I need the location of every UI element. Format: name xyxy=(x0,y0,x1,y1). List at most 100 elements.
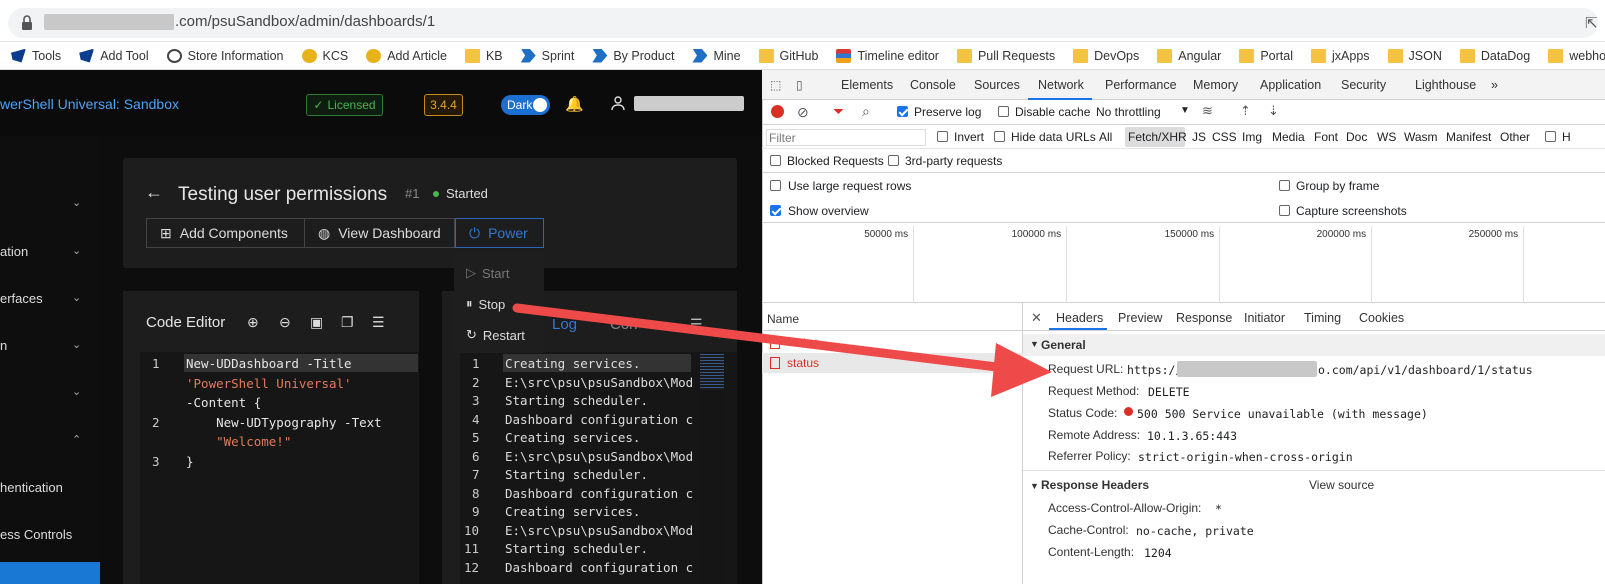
filter-type-doc[interactable]: Doc xyxy=(1346,130,1367,144)
capture-screenshots-checkbox[interactable] xyxy=(1279,205,1290,216)
bookmark-item[interactable]: jxApps xyxy=(1311,48,1370,63)
bell-icon[interactable]: 🔔 xyxy=(565,95,584,113)
sidebar-item[interactable]: ⌄ xyxy=(0,196,100,216)
sidebar-item[interactable]: erfaces ⌄ xyxy=(0,291,100,311)
details-tab-preview[interactable]: Preview xyxy=(1118,311,1162,325)
hide-data-urls-checkbox[interactable] xyxy=(994,131,1005,142)
devtools-tab-console[interactable]: Console xyxy=(910,78,956,92)
back-arrow-icon[interactable]: ← xyxy=(145,182,163,203)
user-icon[interactable] xyxy=(611,96,625,110)
bookmark-item[interactable]: Portal xyxy=(1239,48,1293,63)
menu-item-start[interactable]: ▷ Start xyxy=(466,265,509,281)
filter-type-img[interactable]: Img xyxy=(1242,130,1262,144)
sidebar-item[interactable]: ⌄ xyxy=(0,385,100,405)
disable-cache-checkbox[interactable] xyxy=(998,106,1009,117)
save-icon[interactable]: ▣ xyxy=(310,314,323,331)
sidebar-selected-item[interactable] xyxy=(0,562,100,584)
device-toggle-icon[interactable]: ▯ xyxy=(796,78,803,92)
view-source-link[interactable]: View source xyxy=(1309,478,1374,492)
zoom-out-icon[interactable]: ⊖ xyxy=(279,314,291,331)
menu-item-stop[interactable]: ⏸ Stop xyxy=(466,296,505,312)
preserve-log-checkbox[interactable] xyxy=(897,106,908,117)
menu-icon[interactable]: ☰ xyxy=(690,316,703,333)
copy-icon[interactable]: ❐ xyxy=(341,314,354,331)
export-har-icon[interactable]: ⇣ xyxy=(1268,103,1279,119)
bookmark-item[interactable]: DataDog xyxy=(1459,48,1530,63)
devtools-tab-elements[interactable]: Elements xyxy=(841,78,893,92)
filter-type-font[interactable]: Font xyxy=(1314,130,1338,144)
filter-type-ws[interactable]: WS xyxy=(1377,130,1396,144)
filter-type-manifest[interactable]: Manifest xyxy=(1446,130,1491,144)
blocked-requests-checkbox[interactable] xyxy=(770,155,781,166)
wifi-settings-icon[interactable]: ≋ xyxy=(1202,103,1213,119)
sidebar-item[interactable]: hentication xyxy=(0,480,100,500)
record-icon[interactable] xyxy=(771,105,784,118)
filter-icon[interactable]: ⏷ xyxy=(833,103,844,120)
filter-type-fetchxhr[interactable]: Fetch/XHR xyxy=(1128,130,1187,144)
bookmark-item[interactable]: Add Article xyxy=(366,48,447,63)
bookmark-item[interactable]: Angular xyxy=(1157,48,1221,63)
bookmark-item[interactable]: DevOps xyxy=(1073,48,1139,63)
filter-type-wasm[interactable]: Wasm xyxy=(1404,130,1438,144)
filter-type-css[interactable]: CSS xyxy=(1212,130,1237,144)
bookmark-item[interactable]: Pull Requests xyxy=(956,48,1055,63)
third-party-checkbox[interactable] xyxy=(888,155,899,166)
sidebar-item[interactable]: ation ⌄ xyxy=(0,244,100,264)
devtools-tab-[interactable]: » xyxy=(1491,78,1498,92)
power-button[interactable]: ⏻ Power xyxy=(455,218,544,248)
close-icon[interactable]: ✕ xyxy=(1031,310,1042,326)
bookmark-item[interactable]: webhookS xyxy=(1548,48,1605,63)
request-row[interactable]: status xyxy=(762,333,1023,353)
bookmark-item[interactable]: Timeline editor xyxy=(836,48,939,63)
bookmark-item[interactable]: Add Tool xyxy=(79,48,149,63)
devtools-tab-security[interactable]: Security xyxy=(1341,78,1386,92)
devtools-tab-network[interactable]: Network xyxy=(1038,78,1084,92)
request-row[interactable]: status xyxy=(762,353,1023,373)
general-section-header[interactable] xyxy=(1023,334,1605,356)
inspect-icon[interactable]: ⬚ xyxy=(770,78,781,92)
zoom-in-icon[interactable]: ⊕ xyxy=(247,314,259,331)
details-tab-cookies[interactable]: Cookies xyxy=(1359,311,1404,325)
filter-type-media[interactable]: Media xyxy=(1272,130,1305,144)
format-icon[interactable]: ☰ xyxy=(372,314,385,331)
details-tab-initiator[interactable]: Initiator xyxy=(1244,311,1285,325)
sidebar-item[interactable]: n ⌄ xyxy=(0,338,100,358)
devtools-tab-performance[interactable]: Performance xyxy=(1105,78,1177,92)
filter-type-js[interactable]: JS xyxy=(1192,130,1206,144)
details-tab-headers[interactable]: Headers xyxy=(1056,311,1103,325)
sidebar-item[interactable]: ⌃ xyxy=(0,433,100,453)
filter-checkbox-h[interactable] xyxy=(1545,131,1556,142)
devtools-tab-lighthouse[interactable]: Lighthouse xyxy=(1415,78,1476,92)
details-tab-timing[interactable]: Timing xyxy=(1304,311,1341,325)
show-overview-checkbox[interactable] xyxy=(770,205,781,216)
bookmark-item[interactable]: KB xyxy=(464,48,503,63)
add-components-button[interactable]: ⊞ Add Components xyxy=(146,218,305,248)
bookmark-item[interactable]: GitHub xyxy=(758,48,818,63)
view-dashboard-button[interactable]: ◍ View Dashboard xyxy=(305,218,455,248)
bookmark-item[interactable]: Sprint xyxy=(520,48,574,63)
bookmark-item[interactable]: JSON xyxy=(1387,48,1442,63)
bookmark-item[interactable]: Mine xyxy=(692,48,741,63)
large-rows-checkbox[interactable] xyxy=(770,180,781,191)
dark-mode-toggle[interactable]: Dark xyxy=(501,95,550,115)
search-icon[interactable]: ⌕ xyxy=(862,103,870,120)
filter-input[interactable]: Filter xyxy=(766,129,926,146)
tab-console[interactable]: Con xyxy=(610,316,638,333)
import-har-icon[interactable]: ⇡ xyxy=(1240,103,1251,119)
response-headers-title[interactable]: Response Headers xyxy=(1041,478,1149,492)
menu-item-restart[interactable]: ↻ Restart xyxy=(466,327,525,343)
filter-type-other[interactable]: Other xyxy=(1500,130,1530,144)
tab-log[interactable]: Log xyxy=(552,316,577,333)
bookmark-item[interactable]: Tools xyxy=(11,48,61,63)
share-icon[interactable]: ⇱ xyxy=(1585,14,1598,32)
throttling-select[interactable]: No throttling xyxy=(1096,105,1161,119)
app-title[interactable]: werShell Universal: Sandbox xyxy=(0,96,179,112)
devtools-tab-sources[interactable]: Sources xyxy=(974,78,1020,92)
group-by-frame-checkbox[interactable] xyxy=(1279,180,1290,191)
bookmark-item[interactable]: By Product xyxy=(592,48,674,63)
bookmark-item[interactable]: KCS xyxy=(301,48,348,63)
details-tab-response[interactable]: Response xyxy=(1176,311,1232,325)
chevron-down-icon[interactable]: ▼ xyxy=(1180,105,1190,116)
sidebar-item[interactable]: ess Controls xyxy=(0,527,100,547)
clear-icon[interactable]: ⊘ xyxy=(797,104,809,121)
